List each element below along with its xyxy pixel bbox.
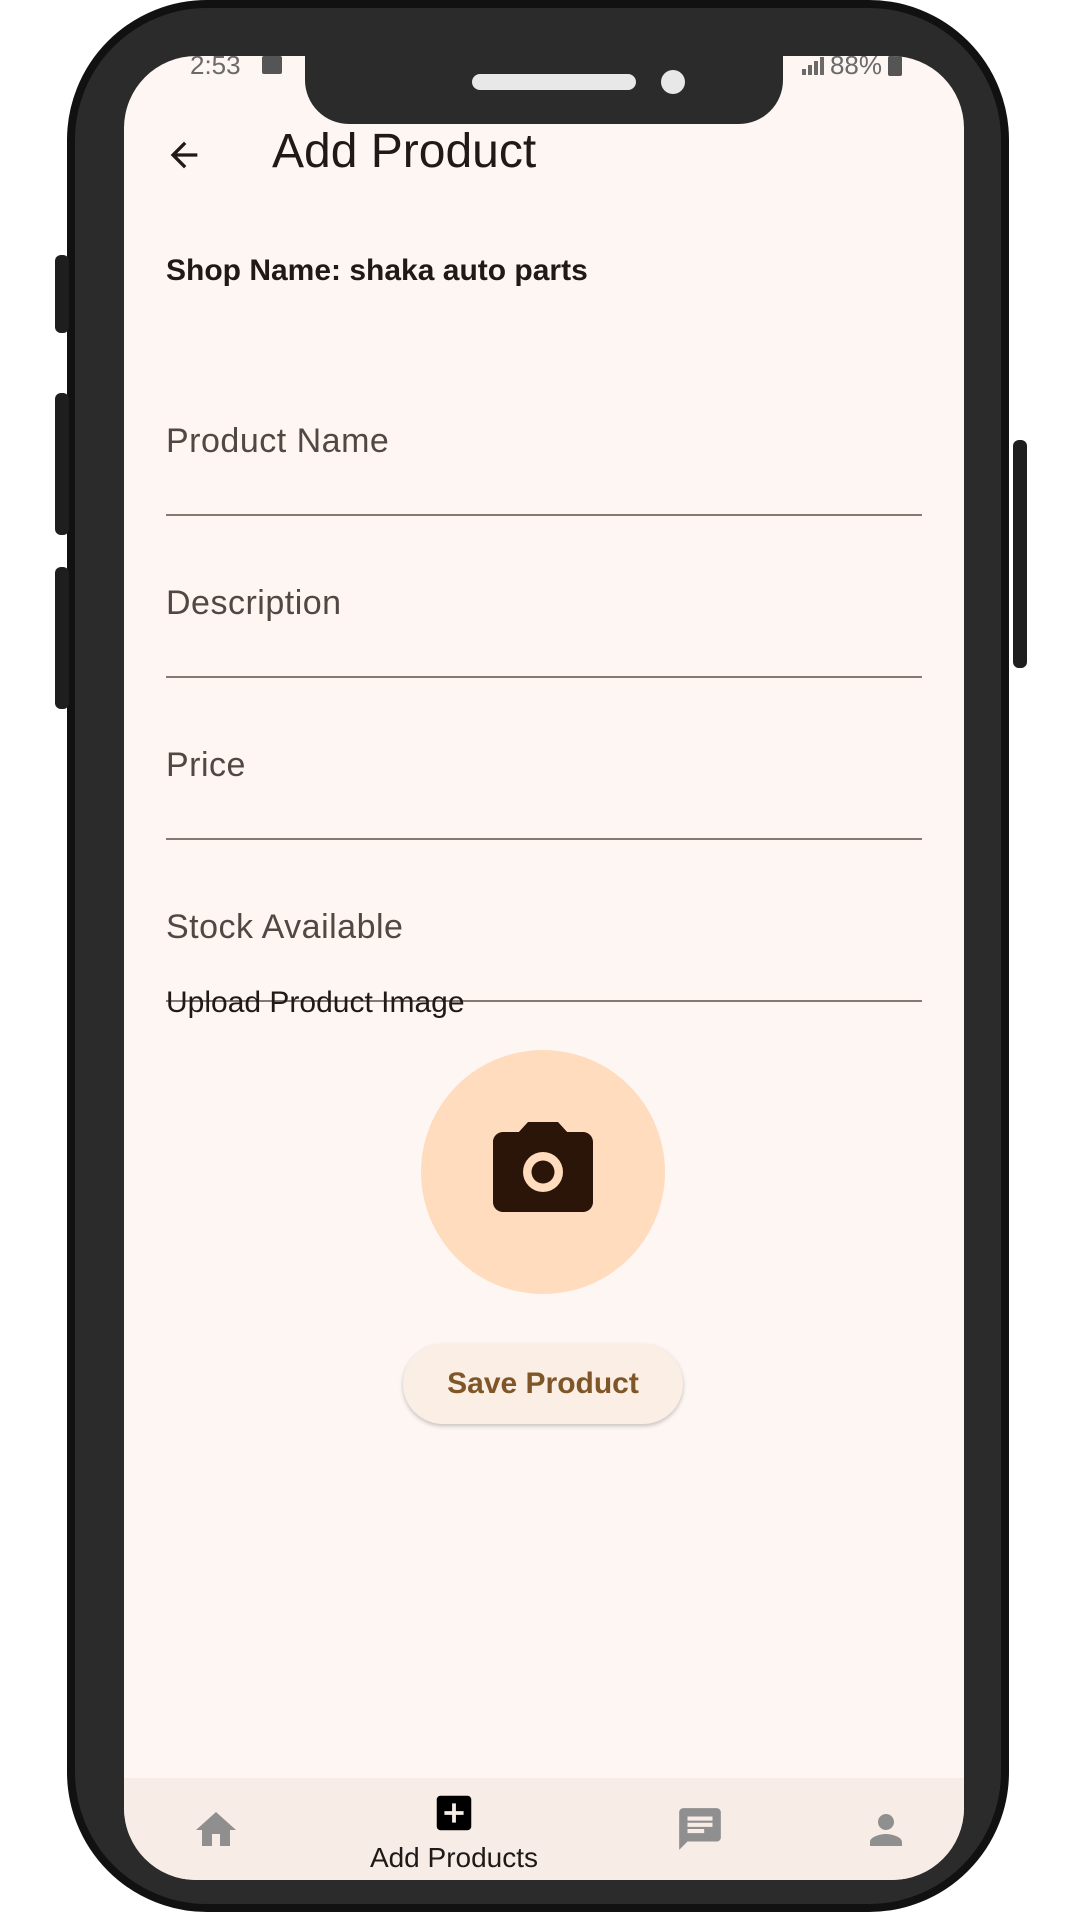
home-icon xyxy=(196,1812,236,1846)
product-name-field[interactable]: Product Name xyxy=(166,404,922,516)
stock-available-label: Stock Available xyxy=(166,908,404,946)
camera-notch xyxy=(305,56,783,124)
nav-home[interactable] xyxy=(174,1778,258,1880)
description-field[interactable]: Description xyxy=(166,566,922,678)
back-button[interactable] xyxy=(160,131,208,179)
shop-name-label: Shop Name: shaka auto parts xyxy=(166,254,588,287)
nav-chat[interactable] xyxy=(658,1778,742,1880)
description-label: Description xyxy=(166,584,342,622)
save-product-button[interactable]: Save Product xyxy=(403,1344,683,1424)
camera-icon xyxy=(493,1122,593,1212)
status-time: 2:53 xyxy=(190,56,241,80)
phone-side-button xyxy=(1013,440,1027,668)
signal-icon xyxy=(801,56,824,75)
bottom-navigation: Add Products xyxy=(124,1778,964,1880)
price-label: Price xyxy=(166,746,246,784)
phone-side-button xyxy=(55,255,69,333)
upload-image-label: Upload Product Image xyxy=(166,986,465,1019)
nav-add-products-label: Add Products xyxy=(369,1842,539,1873)
arrow-left-icon xyxy=(170,141,198,169)
gallery-notification-icon xyxy=(262,56,282,74)
page-title: Add Product xyxy=(272,125,537,178)
battery-icon xyxy=(888,56,902,76)
nav-add-products[interactable]: Add Products xyxy=(344,1778,564,1880)
phone-side-button xyxy=(55,393,69,535)
upload-image-button[interactable] xyxy=(421,1050,665,1294)
person-icon xyxy=(870,1814,902,1846)
speaker-grille xyxy=(472,74,636,90)
battery-percent: 88% xyxy=(829,56,882,80)
price-field[interactable]: Price xyxy=(166,728,922,840)
chat-icon xyxy=(679,1808,721,1850)
status-indicators: 88% xyxy=(801,56,902,81)
add-box-icon xyxy=(436,1795,472,1831)
phone-side-button xyxy=(55,567,69,709)
product-name-label: Product Name xyxy=(166,422,390,460)
front-camera xyxy=(661,70,685,94)
app-screen: 2:53 88% Add Product Shop Name: shaka au… xyxy=(124,56,964,1880)
nav-profile[interactable] xyxy=(844,1778,928,1880)
